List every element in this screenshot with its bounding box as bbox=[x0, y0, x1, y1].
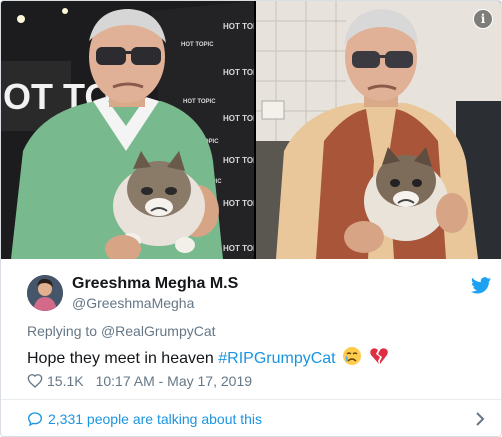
signage-text: HOT TOPIC bbox=[223, 199, 254, 208]
tweet-text: Hope they meet in heaven #RIPGrumpyCat bbox=[27, 346, 389, 368]
speech-bubble-icon bbox=[27, 412, 43, 427]
like-count[interactable]: 15.1K bbox=[47, 373, 84, 389]
reply-mention-link[interactable]: @RealGrumpyCat bbox=[101, 323, 216, 339]
avatar-icon bbox=[27, 275, 63, 311]
twitter-bird-icon[interactable] bbox=[471, 277, 491, 294]
broken-heart-icon bbox=[369, 348, 388, 364]
reply-context: Replying to @RealGrumpyCat bbox=[27, 323, 216, 339]
tweet-timestamp[interactable]: 10:17 AM - May 17, 2019 bbox=[96, 373, 252, 389]
talking-count[interactable]: 2,331 people are talking about this bbox=[48, 411, 262, 427]
divider bbox=[1, 399, 501, 400]
reply-prefix: Replying to bbox=[27, 323, 98, 339]
conversation-link[interactable]: 2,331 people are talking about this bbox=[27, 409, 487, 429]
author-handle[interactable]: @GreeshmaMegha bbox=[72, 293, 238, 313]
tweet-embed-card[interactable]: HOT TOPIC HOT TOPIC HOT TOPIC HOT TOPIC … bbox=[0, 0, 502, 437]
hashtag-link[interactable]: #RIPGrumpyCat bbox=[218, 350, 335, 367]
tweet-media[interactable]: HOT TOPIC HOT TOPIC HOT TOPIC HOT TOPIC … bbox=[1, 1, 501, 259]
signage-text: HOT TOPIC bbox=[223, 244, 254, 253]
author-display-name[interactable]: Greeshma Megha M.S bbox=[72, 275, 238, 293]
user-avatar[interactable] bbox=[27, 275, 63, 311]
media-info-button[interactable]: i bbox=[473, 9, 493, 29]
tweet-header: Greeshma Megha M.S @GreeshmaMegha bbox=[27, 269, 493, 313]
tweet-body: Hope they meet in heaven bbox=[27, 350, 214, 367]
photo-stan-lee-green-sweater[interactable]: HOT TOPIC HOT TOPIC HOT TOPIC HOT TOPIC … bbox=[1, 1, 254, 259]
photo-stan-lee-vest[interactable]: i bbox=[256, 1, 501, 259]
signage-text: HOT TOPIC bbox=[183, 99, 216, 105]
signage-text: HOT TOPIC bbox=[181, 42, 214, 48]
signage-text: HOT TOPIC bbox=[223, 22, 254, 31]
crying-face-icon bbox=[343, 347, 362, 365]
signage-text: HOT TOPIC bbox=[223, 114, 254, 123]
signage-text: HOT TOPIC bbox=[223, 156, 254, 165]
chevron-right-icon[interactable] bbox=[475, 411, 485, 427]
signage-text: HOT TOPIC bbox=[223, 68, 254, 77]
tweet-meta: 15.1K 10:17 AM - May 17, 2019 bbox=[27, 373, 252, 389]
heart-icon[interactable] bbox=[27, 373, 43, 389]
